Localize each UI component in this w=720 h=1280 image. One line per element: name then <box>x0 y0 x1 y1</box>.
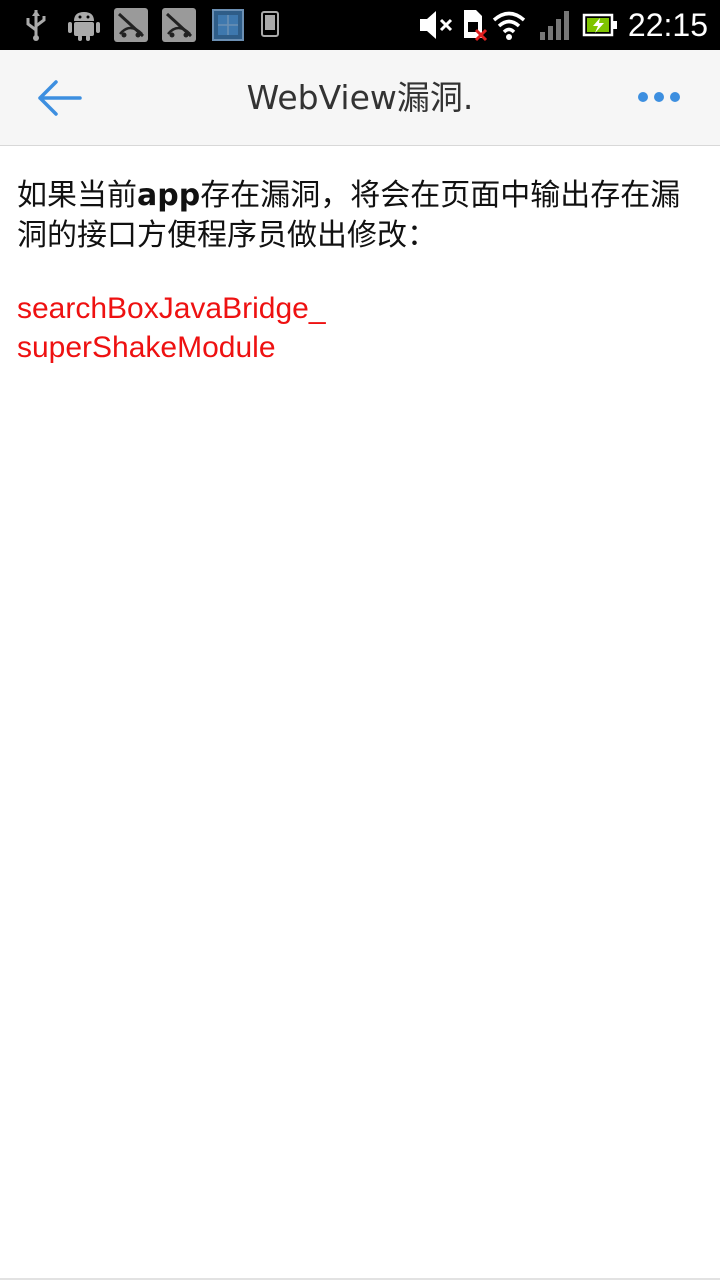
webview-content: 如果当前app存在漏洞，将会在页面中输出存在漏洞的接口方便程序员做出修改： se… <box>17 176 703 367</box>
sim-error-icon <box>464 10 488 42</box>
vulnerable-interface-item: superShakeModule <box>17 331 276 364</box>
signal-icon <box>540 11 569 40</box>
intro-text: 如果当前app存在漏洞，将会在页面中输出存在漏洞的接口方便程序员做出修改： <box>17 176 703 256</box>
status-bar: 22:15 <box>0 0 720 50</box>
app-notification-icon <box>162 8 196 42</box>
back-button[interactable] <box>20 72 100 124</box>
gallery-notification-icon <box>212 9 244 41</box>
vulnerable-interface-list: searchBoxJavaBridge_ superShakeModule <box>17 289 703 367</box>
more-button[interactable] <box>620 72 700 124</box>
vulnerable-interface-item: searchBoxJavaBridge_ <box>17 292 326 325</box>
status-bar-clock: 22:15 <box>627 7 708 43</box>
wifi-icon <box>492 11 526 40</box>
intro-text-app: app <box>137 178 201 213</box>
android-debug-icon <box>68 12 100 41</box>
more-dots-icon <box>638 92 680 102</box>
title-bar: WebView漏洞. <box>0 50 720 146</box>
battery-charging-icon <box>582 13 617 37</box>
intro-text-part1: 如果当前 <box>17 178 137 213</box>
page-title: WebView漏洞. <box>246 78 474 117</box>
mute-icon <box>420 11 453 39</box>
app-notification-icon <box>114 8 148 42</box>
phone-notification-icon <box>261 11 279 37</box>
arrow-left-icon <box>38 80 82 116</box>
usb-icon <box>26 10 46 41</box>
screen: 22:15 WebView漏洞. 如果当前app存在漏洞，将会在页面中输出存在漏… <box>0 0 720 1280</box>
